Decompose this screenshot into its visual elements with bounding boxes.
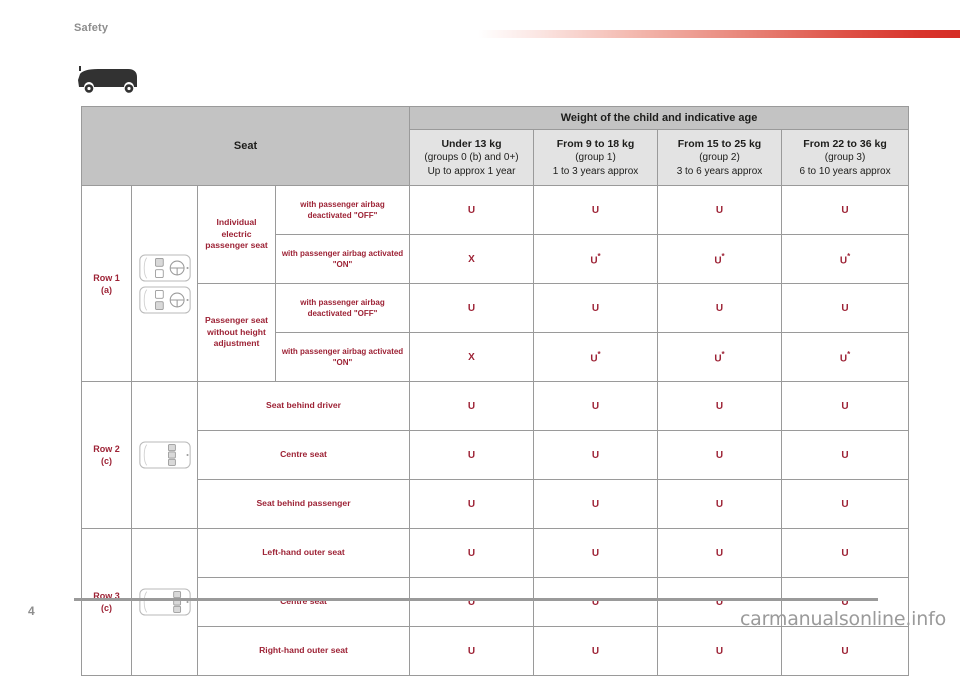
weight-label: Under 13 kg [441, 137, 502, 150]
table-row: Passenger seat without height adjustment… [82, 283, 910, 382]
table-row: Row 3 (c) Left-hand outer seat U U U U [81, 528, 910, 676]
weight-column-1: From 9 to 18 kg (group 1) 1 to 3 years a… [533, 129, 658, 186]
right-hand-outer-seat-label: Right-hand outer seat [197, 626, 410, 676]
compat-value: U [780, 479, 910, 529]
compat-value: U* [780, 234, 910, 284]
compat-value: U [657, 626, 782, 676]
table-row: Row 2 (c) Seat behind driver U U U U [81, 381, 910, 529]
compat-value: U [780, 430, 910, 480]
row-group-note: (a) [101, 284, 112, 295]
row-group-label-row1: Row 1 (a) [81, 185, 132, 382]
seat-behind-driver-label: Seat behind driver [197, 381, 410, 431]
compat-value: U [780, 381, 910, 431]
compat-value: U [409, 479, 534, 529]
compat-value: U [409, 626, 534, 676]
compat-value: U [409, 430, 534, 480]
child-seat-compatibility-table: Seat Weight of the child and indicative … [81, 106, 910, 676]
row-group-label-row2: Row 2 (c) [81, 381, 132, 529]
group-label: (group 2) [699, 151, 740, 163]
table-row: Right-hand outer seat U U U U [82, 626, 910, 676]
compat-value: U [657, 283, 782, 333]
weight-column-2: From 15 to 25 kg (group 2) 3 to 6 years … [657, 129, 782, 186]
group-label: (group 3) [824, 151, 866, 163]
compat-value: U [657, 381, 782, 431]
left-hand-outer-seat-label: Left-hand outer seat [197, 528, 410, 578]
footer-divider [74, 598, 878, 601]
row-group-icon-cell-row3 [131, 528, 198, 676]
compat-value: U [533, 381, 658, 431]
van-side-icon [75, 66, 137, 93]
airbag-condition: with passenger airbag deactivated "OFF" [275, 283, 410, 333]
header-accent-rule [478, 30, 960, 38]
compat-value: U [409, 577, 534, 627]
row-group-icon-cell-row1 [131, 185, 198, 382]
seat-type-passenger-no-height-adj: Passenger seat without height adjustment [197, 283, 276, 382]
airbag-condition: with passenger airbag deactivated "OFF" [275, 185, 410, 235]
section-title: Safety [74, 22, 109, 34]
site-watermark: carmanualsonline.info [739, 608, 946, 630]
row-group-note: (c) [101, 603, 112, 613]
row-group-icon-cell-row2 [131, 381, 198, 529]
row-group-label-row3: Row 3 (c) [81, 528, 132, 676]
page-header: Safety [0, 0, 960, 46]
compat-value: U [780, 528, 910, 578]
compat-value: X [409, 332, 534, 382]
row-group-note: (c) [101, 456, 112, 466]
compat-value: U [409, 528, 534, 578]
compat-value: X [409, 234, 534, 284]
seat-type-electric-passenger: Individual electric passenger seat [197, 185, 276, 284]
van-top-view-second-row-icon [138, 441, 191, 469]
compat-value: U [533, 577, 658, 627]
table-header-row-1: Seat Weight of the child and indicative … [81, 106, 910, 186]
compat-value: U* [657, 332, 782, 382]
group-label: (group 1) [575, 151, 616, 163]
compat-value: U [533, 185, 658, 235]
compat-value: U [657, 185, 782, 235]
seat-behind-passenger-label: Seat behind passenger [197, 479, 410, 529]
compat-value: U [780, 626, 910, 676]
table-row: Row 1 (a) Individual electric passenger … [81, 185, 910, 382]
van-top-view-front-row-icon [138, 253, 191, 282]
compat-value: U* [533, 332, 658, 382]
weight-column-0: Under 13 kg (groups 0 (b) and 0+) Up to … [409, 129, 534, 186]
compat-value: U [409, 381, 534, 431]
compat-value: U [409, 185, 534, 235]
age-label: 3 to 6 years approx [676, 165, 763, 177]
compat-value: U* [533, 234, 658, 284]
weight-label: From 22 to 36 kg [803, 137, 887, 150]
compat-value: U* [657, 234, 782, 284]
age-label: Up to approx 1 year [427, 165, 516, 177]
weight-column-3: From 22 to 36 kg (group 3) 6 to 10 years… [780, 129, 910, 186]
compat-value: U [657, 430, 782, 480]
page-number: 4 [28, 604, 35, 618]
airbag-condition: with passenger airbag activated "ON" [275, 332, 410, 382]
age-label: 1 to 3 years approx [552, 165, 639, 177]
centre-seat-row3-label: Centre seat [197, 577, 410, 627]
compat-value: U [657, 528, 782, 578]
table-row: Centre seat U U U U [82, 430, 910, 480]
compat-value: U* [780, 332, 910, 382]
compat-value: U [657, 479, 782, 529]
seat-column-header: Seat [81, 106, 410, 186]
compat-value: U [533, 626, 658, 676]
age-label: 6 to 10 years approx [799, 165, 891, 177]
weight-group-header: Weight of the child and indicative age [408, 106, 910, 130]
compat-value: U [533, 528, 658, 578]
airbag-condition: with passenger airbag activated "ON" [275, 234, 410, 284]
compat-value: U [780, 283, 910, 333]
compat-value: U [533, 283, 658, 333]
row-group-name: Row 2 [93, 444, 120, 454]
row-group-name: Row 1 [93, 272, 120, 283]
compat-value: U [533, 430, 658, 480]
compat-value: U [780, 185, 910, 235]
compat-value: U [533, 479, 658, 529]
group-label: (groups 0 (b) and 0+) [424, 151, 519, 163]
weight-label: From 15 to 25 kg [677, 137, 762, 150]
compat-value: U [409, 283, 534, 333]
van-top-view-front-row-alt-icon [138, 285, 191, 314]
table-row: Seat behind passenger U U U U [82, 479, 910, 529]
van-top-view-third-row-icon [138, 588, 191, 616]
centre-seat-row2-label: Centre seat [197, 430, 410, 480]
weight-label: From 9 to 18 kg [556, 137, 635, 150]
